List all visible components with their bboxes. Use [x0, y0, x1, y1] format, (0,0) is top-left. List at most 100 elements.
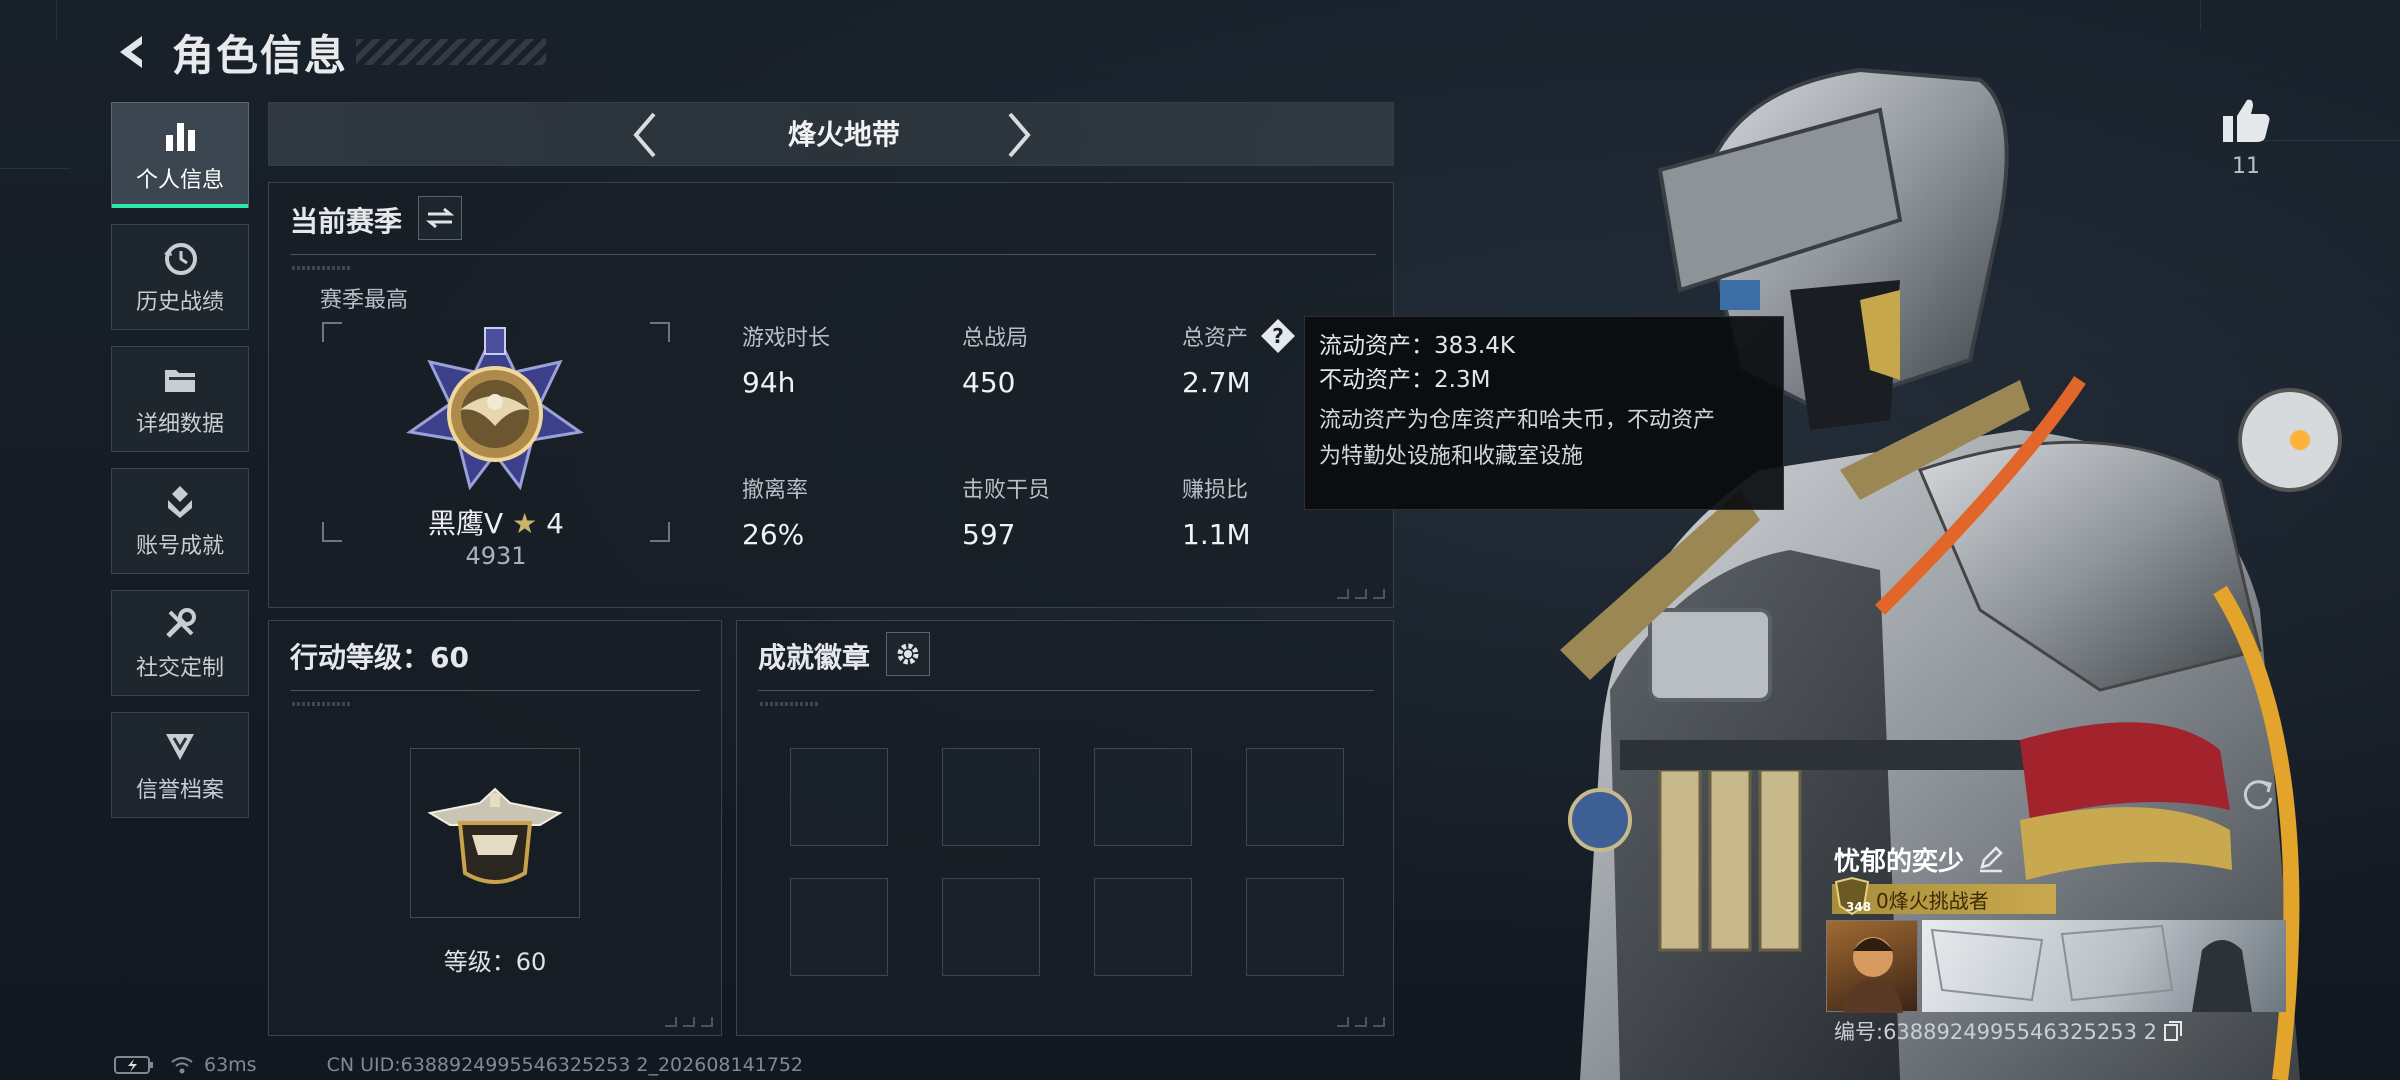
- stat-value: 94h: [742, 366, 796, 399]
- rank-stars: 4: [546, 507, 564, 540]
- tooltip-fixed-assets: 不动资产：2.3M: [1319, 367, 1491, 393]
- tooltip-liquid-assets: 流动资产：383.4K: [1319, 333, 1515, 359]
- divider: [758, 690, 1374, 691]
- sidebar-item-personal-info[interactable]: 个人信息: [111, 102, 249, 208]
- help-icon[interactable]: ?: [1260, 318, 1296, 354]
- title-badge-icon: 348: [1832, 876, 1872, 916]
- tooltip-description-line: 为特勤处设施和收藏室设施: [1319, 444, 1584, 469]
- divider-decoration: [760, 702, 820, 706]
- stat-value: 597: [962, 518, 1016, 551]
- page-header: 角色信息: [110, 22, 547, 82]
- stat-play-time: 游戏时长 94h: [742, 320, 830, 399]
- swap-icon: [426, 207, 454, 229]
- player-title-text: 0烽火挑战者: [1876, 888, 1989, 913]
- divider-decoration: [292, 702, 352, 706]
- switch-season-button[interactable]: [418, 196, 462, 240]
- sidebar-item-label: 个人信息: [135, 168, 224, 193]
- stat-kills: 击败干员 597: [962, 472, 1050, 551]
- folder-icon: [160, 360, 200, 400]
- like-button[interactable]: 11: [2218, 96, 2274, 179]
- level-label: 等级：60: [443, 948, 547, 976]
- player-banner-image: [1922, 920, 2286, 1012]
- history-clock-icon: [160, 238, 200, 278]
- sidebar-item-label: 信誉档案: [135, 778, 224, 803]
- stat-label: 赚损比: [1182, 478, 1249, 503]
- achievement-slot[interactable]: [1246, 878, 1344, 976]
- deco-line: [2200, 0, 2201, 30]
- achievement-slot[interactable]: [1246, 748, 1344, 846]
- sidebar: 个人信息 历史战绩 详细数据 账号成就 社交定制 信誉档案: [111, 102, 249, 834]
- tooltip-description-line: 流动资产为仓库资产和哈夫币，不动资产: [1319, 408, 1716, 433]
- uid-text: CN UID:6388924995546325253 2_20260814175…: [326, 1054, 804, 1076]
- player-card: 忧郁的奕少 348 0烽火挑战者 编号:6388924995546325253 …: [1826, 838, 2286, 1054]
- reputation-icon: [160, 726, 200, 766]
- achievement-slot[interactable]: [1094, 748, 1192, 846]
- sidebar-item-label: 社交定制: [135, 656, 224, 681]
- bar-chart-icon: [160, 116, 200, 156]
- achievement-slot[interactable]: [790, 748, 888, 846]
- sidebar-item-label: 账号成就: [135, 534, 224, 559]
- stat-value: 2.7M: [1182, 366, 1251, 399]
- chevron-left-icon[interactable]: [621, 111, 669, 159]
- edit-pencil-icon[interactable]: [1976, 843, 2008, 875]
- sidebar-item-social[interactable]: 社交定制: [111, 590, 249, 696]
- season-best-label: 赛季最高: [320, 288, 409, 313]
- rank-star-icon: ★: [512, 507, 538, 540]
- achievement-slot[interactable]: [942, 748, 1040, 846]
- chevron-right-icon[interactable]: [995, 111, 1043, 159]
- sidebar-item-achievements[interactable]: 账号成就: [111, 468, 249, 574]
- stat-label: 撤离率: [742, 478, 809, 503]
- stat-total-assets: 总资产 2.7M: [1182, 320, 1251, 399]
- stat-label: 总战局: [962, 326, 1029, 351]
- stat-value: 1.1M: [1182, 518, 1251, 551]
- mode-title: 烽火地带: [787, 118, 900, 151]
- player-id: 编号:6388924995546325253 2: [1834, 1020, 2157, 1044]
- player-id-row: 编号:6388924995546325253 2: [1834, 1016, 2185, 1046]
- back-arrow-icon[interactable]: [110, 30, 154, 74]
- divider: [290, 690, 700, 691]
- rotate-icon[interactable]: [2238, 776, 2282, 820]
- achievement-slot[interactable]: [790, 878, 888, 976]
- stat-profit-ratio: 赚损比 1.1M: [1182, 472, 1251, 551]
- wifi-icon: [171, 1057, 193, 1074]
- title-badge-level: 348: [1846, 900, 1872, 914]
- stat-value: 26%: [742, 518, 805, 551]
- achievement-slot[interactable]: [1094, 878, 1192, 976]
- svg-text:?: ?: [1272, 324, 1284, 348]
- tooltip-description: 流动资产为仓库资产和哈夫币，不动资产 为特勤处设施和收藏室设施: [1319, 403, 1769, 475]
- ping-text: 63ms: [204, 1054, 257, 1076]
- rank-badge-icon: [400, 322, 590, 502]
- sidebar-item-history[interactable]: 历史战绩: [111, 224, 249, 330]
- achievements-title: 成就徽章: [758, 641, 871, 674]
- level-badge-icon: [410, 748, 580, 918]
- level-title: 行动等级：60: [290, 641, 469, 674]
- panel-corner-decoration: [1337, 589, 1385, 599]
- stat-extract-rate: 撤离率 26%: [742, 472, 808, 551]
- copy-icon[interactable]: [2163, 1020, 2185, 1042]
- divider-decoration: [292, 266, 352, 270]
- player-name: 忧郁的奕少: [1834, 846, 1965, 877]
- deco-line: [0, 168, 70, 169]
- mode-selector: 烽火地带: [268, 102, 1394, 166]
- player-name-row: 忧郁的奕少: [1834, 838, 2008, 880]
- battery-icon: [114, 1056, 153, 1074]
- page-title: 角色信息: [172, 30, 349, 80]
- achievement-icon: [160, 482, 200, 522]
- divider: [290, 254, 1376, 255]
- gear-icon: [897, 643, 919, 665]
- stat-label: 总资产: [1182, 326, 1249, 351]
- stat-value: 450: [962, 366, 1016, 399]
- panel-corner-decoration: [1337, 1017, 1385, 1027]
- assets-tooltip: 流动资产：383.4K 不动资产：2.3M 流动资产为仓库资产和哈夫币，不动资产…: [1304, 316, 1784, 510]
- sidebar-item-detail-data[interactable]: 详细数据: [111, 346, 249, 452]
- deco-line: [56, 0, 57, 40]
- stat-label: 游戏时长: [742, 326, 831, 351]
- tools-icon: [160, 604, 200, 644]
- season-title: 当前赛季: [290, 205, 403, 238]
- achievements-settings-button[interactable]: [886, 632, 930, 676]
- rank-score: 4931: [465, 542, 527, 570]
- achievement-slot[interactable]: [942, 878, 1040, 976]
- sidebar-item-reputation[interactable]: 信誉档案: [111, 712, 249, 818]
- avatar[interactable]: [1826, 920, 1918, 1013]
- like-count: 11: [2232, 154, 2260, 179]
